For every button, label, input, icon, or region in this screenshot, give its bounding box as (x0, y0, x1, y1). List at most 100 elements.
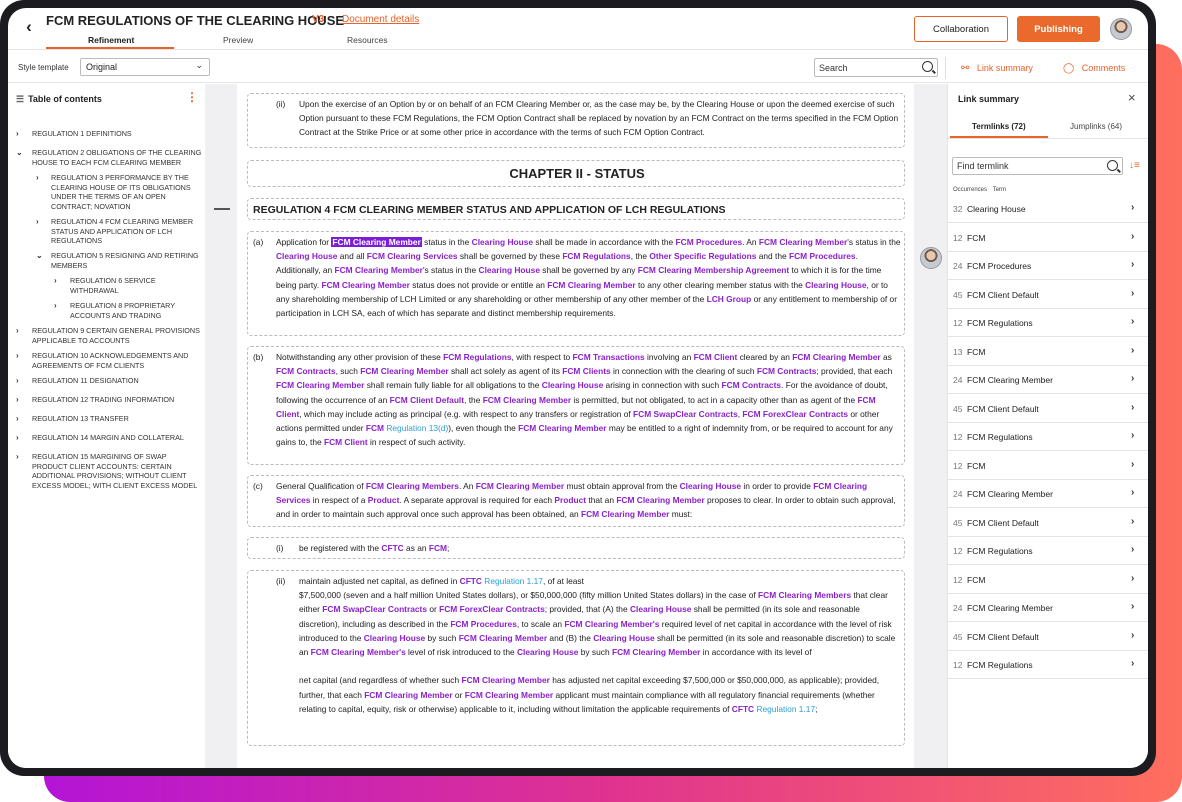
termlink-row[interactable]: 12 FCM Regulations › (948, 423, 1148, 451)
chevron-right-icon[interactable]: › (16, 433, 19, 442)
clause-block[interactable]: (b) Notwithstanding any other provision … (247, 346, 905, 465)
chevron-right-icon[interactable]: › (16, 414, 19, 423)
tab-jumplinks[interactable]: Jumplinks (64) (1070, 122, 1122, 131)
link-summary-title: Link summary (958, 94, 1020, 104)
chapter-block[interactable]: CHAPTER II - STATUS (247, 160, 905, 187)
search-icon[interactable] (1107, 160, 1118, 171)
chevron-right-icon[interactable]: › (1131, 658, 1134, 669)
termlink-row[interactable]: 45 FCM Client Default › (948, 623, 1148, 651)
chevron-right-icon[interactable]: › (1131, 373, 1134, 384)
term-name: FCM Client Default (967, 289, 1039, 300)
chevron-right-icon[interactable]: › (36, 217, 39, 226)
clause-block[interactable]: (c) General Qualification of FCM Clearin… (247, 475, 905, 527)
tab-resources[interactable]: Resources (347, 35, 388, 45)
style-template-select[interactable]: Original ⌄ (80, 58, 210, 76)
toc-item[interactable]: Regulation 5 RESIGNING AND RETIRING MEMB… (51, 251, 201, 270)
tab-divider (948, 138, 1148, 139)
user-avatar[interactable] (1110, 18, 1132, 40)
chevron-right-icon[interactable]: › (1131, 402, 1134, 413)
collaboration-button[interactable]: Collaboration (914, 16, 1008, 42)
chevron-right-icon[interactable]: › (16, 129, 19, 138)
chevron-right-icon[interactable]: › (1131, 459, 1134, 470)
termlink-row[interactable]: 12 FCM › (948, 224, 1148, 252)
chevron-down-icon[interactable]: ⌄ (36, 251, 43, 260)
toc-item[interactable]: Regulation 12 TRADING INFORMATION (32, 395, 200, 405)
termlink-row[interactable]: 12 FCM Regulations › (948, 651, 1148, 679)
toc-item[interactable]: Regulation 8 PROPRIETARY ACCOUNTS AND TR… (70, 301, 190, 320)
termlink-row[interactable]: 24 FCM Clearing Member › (948, 366, 1148, 394)
close-icon[interactable]: × (1128, 90, 1136, 105)
termlink-row[interactable]: 24 FCM Procedures › (948, 252, 1148, 280)
toc-item[interactable]: Regulation 3 PERFORMANCE BY THE CLEARING… (51, 173, 196, 211)
termlink-row[interactable]: 12 FCM › (948, 566, 1148, 594)
chevron-right-icon[interactable]: › (16, 351, 19, 360)
termlink-row[interactable]: 24 FCM Clearing Member › (948, 480, 1148, 508)
toc-item[interactable]: Regulation 1 DEFINITIONS (32, 129, 200, 139)
chevron-right-icon[interactable]: › (1131, 544, 1134, 555)
search-input[interactable]: Search (814, 58, 938, 77)
more-options-icon[interactable]: ⋮ (186, 91, 198, 103)
find-termlink-input[interactable]: Find termlink (952, 157, 1123, 175)
collapse-marker-icon[interactable] (214, 208, 230, 210)
chevron-right-icon[interactable]: › (1131, 202, 1134, 213)
tab-refinement[interactable]: Refinement (88, 35, 134, 45)
termlink-row[interactable]: 13 FCM › (948, 338, 1148, 366)
toc-item[interactable]: Regulation 13 TRANSFER (32, 414, 200, 424)
termlink-row[interactable]: 12 FCM Regulations › (948, 537, 1148, 565)
chevron-right-icon[interactable]: › (1131, 601, 1134, 612)
toc-item[interactable]: Regulation 11 DESIGNATION (32, 376, 200, 386)
toc-item[interactable]: Regulation 4 FCM CLEARING MEMBER STATUS … (51, 217, 196, 246)
chevron-down-icon[interactable]: ⌄ (16, 148, 23, 157)
toc-item[interactable]: Regulation 6 SERVICE WITHDRAWAL (70, 276, 160, 295)
search-icon[interactable] (922, 61, 933, 72)
toc-item[interactable]: Regulation 15 MARGINING OF SWAP PRODUCT … (32, 452, 200, 490)
chevron-right-icon[interactable]: › (1131, 573, 1134, 584)
toc-item[interactable]: Regulation 2 OBLIGATIONS OF THE CLEARING… (32, 148, 204, 167)
chevron-right-icon[interactable]: › (54, 276, 57, 285)
chevron-right-icon[interactable]: › (1131, 259, 1134, 270)
tab-preview[interactable]: Preview (223, 35, 253, 45)
chevron-right-icon[interactable]: › (16, 326, 19, 335)
chevron-right-icon[interactable]: › (16, 452, 19, 461)
chevron-right-icon[interactable]: › (1131, 516, 1134, 527)
chevron-right-icon[interactable]: › (36, 173, 39, 182)
termlink-row[interactable]: 12 FCM Regulations › (948, 309, 1148, 337)
chevron-right-icon[interactable]: › (1131, 630, 1134, 641)
comments-button[interactable]: ◯ Comments (1063, 63, 1125, 74)
clause-block[interactable]: (i) be registered with the CFTC as an FC… (247, 537, 905, 559)
chevron-right-icon[interactable]: › (1131, 345, 1134, 356)
toc-item[interactable]: Regulation 14 MARGIN AND COLLATERAL (32, 433, 200, 443)
chevron-right-icon[interactable]: › (1131, 487, 1134, 498)
chevron-right-icon[interactable]: › (1131, 316, 1134, 327)
clause-label: (c) (253, 481, 263, 491)
document-details-link[interactable]: Document details (342, 14, 419, 25)
link-summary-button[interactable]: ⚯ Link summary (961, 63, 1033, 74)
publishing-button[interactable]: Publishing (1017, 16, 1100, 42)
termlink-row[interactable]: 32 Clearing House › (948, 195, 1148, 223)
termlink-row[interactable]: 24 FCM Clearing Member › (948, 594, 1148, 622)
chevron-right-icon[interactable]: › (1131, 231, 1134, 242)
term-name: FCM Regulations (967, 432, 1033, 442)
chevron-right-icon[interactable]: › (16, 376, 19, 385)
clause-block[interactable]: (ii) Upon the exercise of an Option by o… (247, 93, 905, 148)
chevron-right-icon[interactable]: › (1131, 430, 1134, 441)
comment-author-avatar[interactable] (920, 247, 942, 269)
termlink-row[interactable]: 45 FCM Client Default › (948, 395, 1148, 423)
regulation-block[interactable]: REGULATION 4 FCM CLEARING MEMBER STATUS … (247, 198, 905, 220)
chevron-right-icon[interactable]: › (1131, 288, 1134, 299)
toc-item[interactable]: Regulation 9 CERTAIN GENERAL PROVISIONS … (32, 326, 204, 345)
clause-text: maintain adjusted net capital, as define… (299, 576, 896, 714)
termlink-row[interactable]: 45 FCM Client Default › (948, 281, 1148, 309)
termlink-row[interactable]: 45 FCM Client Default › (948, 509, 1148, 537)
tab-termlinks[interactable]: Termlinks (72) (972, 122, 1026, 131)
chevron-right-icon[interactable]: › (16, 395, 19, 404)
toc-item[interactable]: Regulation 10 ACKNOWLEDGEMENTS AND AGREE… (32, 351, 197, 370)
clause-block[interactable]: (ii) maintain adjusted net capital, as d… (247, 570, 905, 746)
termlink-row[interactable]: 12 FCM › (948, 452, 1148, 480)
term-name: FCM (967, 574, 986, 585)
chevron-right-icon[interactable]: › (54, 301, 57, 310)
occurrence-count: 45 (953, 517, 963, 528)
back-arrow-icon[interactable]: ‹ (20, 18, 38, 36)
clause-block[interactable]: (a) Application for FCM Clearing Member … (247, 231, 905, 336)
sort-icon[interactable]: ↓≡ (1129, 160, 1140, 171)
